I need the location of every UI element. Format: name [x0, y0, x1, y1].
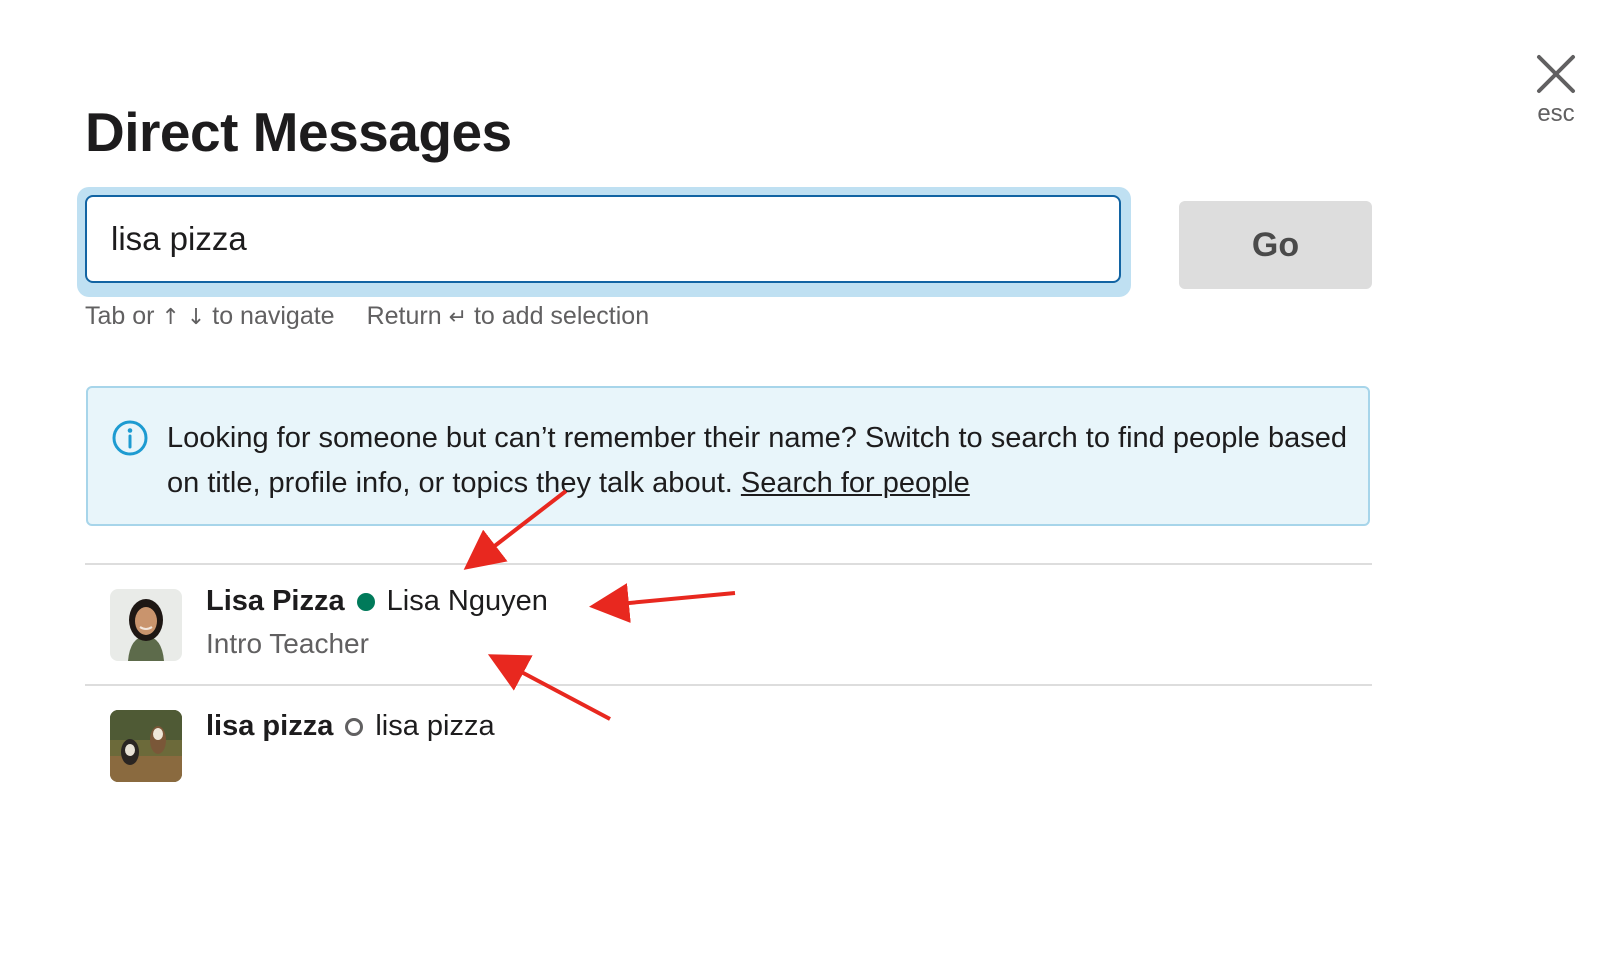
close-icon[interactable] [1532, 50, 1580, 98]
info-banner: Looking for someone but can’t remember t… [86, 386, 1370, 526]
avatar [110, 710, 182, 782]
select-hint: Return ↵ to add selection [366, 302, 650, 330]
result-row[interactable]: Lisa Pizza Lisa Nguyen Intro Teacher [85, 565, 1372, 665]
navigate-hint: Tab or ↑ ↓ to navigate [85, 302, 335, 330]
display-name: lisa pizza [206, 710, 334, 742]
avatar [110, 589, 182, 661]
direct-messages-dialog: esc Direct Messages Go Tab or ↑ ↓ to nav… [0, 0, 1600, 960]
presence-active-icon [356, 592, 375, 611]
member-title: Intro Teacher [206, 628, 369, 659]
result-row[interactable]: lisa pizza lisa pizza [85, 686, 1372, 786]
result-name-line: Lisa Pizza Lisa Nguyen [206, 585, 548, 618]
return-key-icon: ↵ [448, 305, 468, 330]
info-icon [111, 419, 149, 462]
display-name: Lisa Pizza [206, 585, 345, 617]
go-button[interactable]: Go [1179, 201, 1372, 289]
search-for-people-link[interactable]: Search for people [741, 467, 970, 499]
keyboard-hints: Tab or ↑ ↓ to navigate Return ↵ to add s… [85, 302, 649, 331]
info-text: Looking for someone but can’t remember t… [167, 422, 1348, 499]
search-input[interactable] [85, 195, 1121, 283]
arrow-keys-icon: ↑ ↓ [161, 305, 206, 330]
presence-away-icon [345, 717, 364, 736]
close-control[interactable]: esc [1528, 50, 1584, 128]
result-name-line: lisa pizza lisa pizza [206, 710, 495, 743]
real-name: lisa pizza [375, 710, 495, 742]
page-title: Direct Messages [85, 101, 512, 163]
esc-label: esc [1537, 100, 1575, 127]
real-name: Lisa Nguyen [386, 585, 548, 617]
